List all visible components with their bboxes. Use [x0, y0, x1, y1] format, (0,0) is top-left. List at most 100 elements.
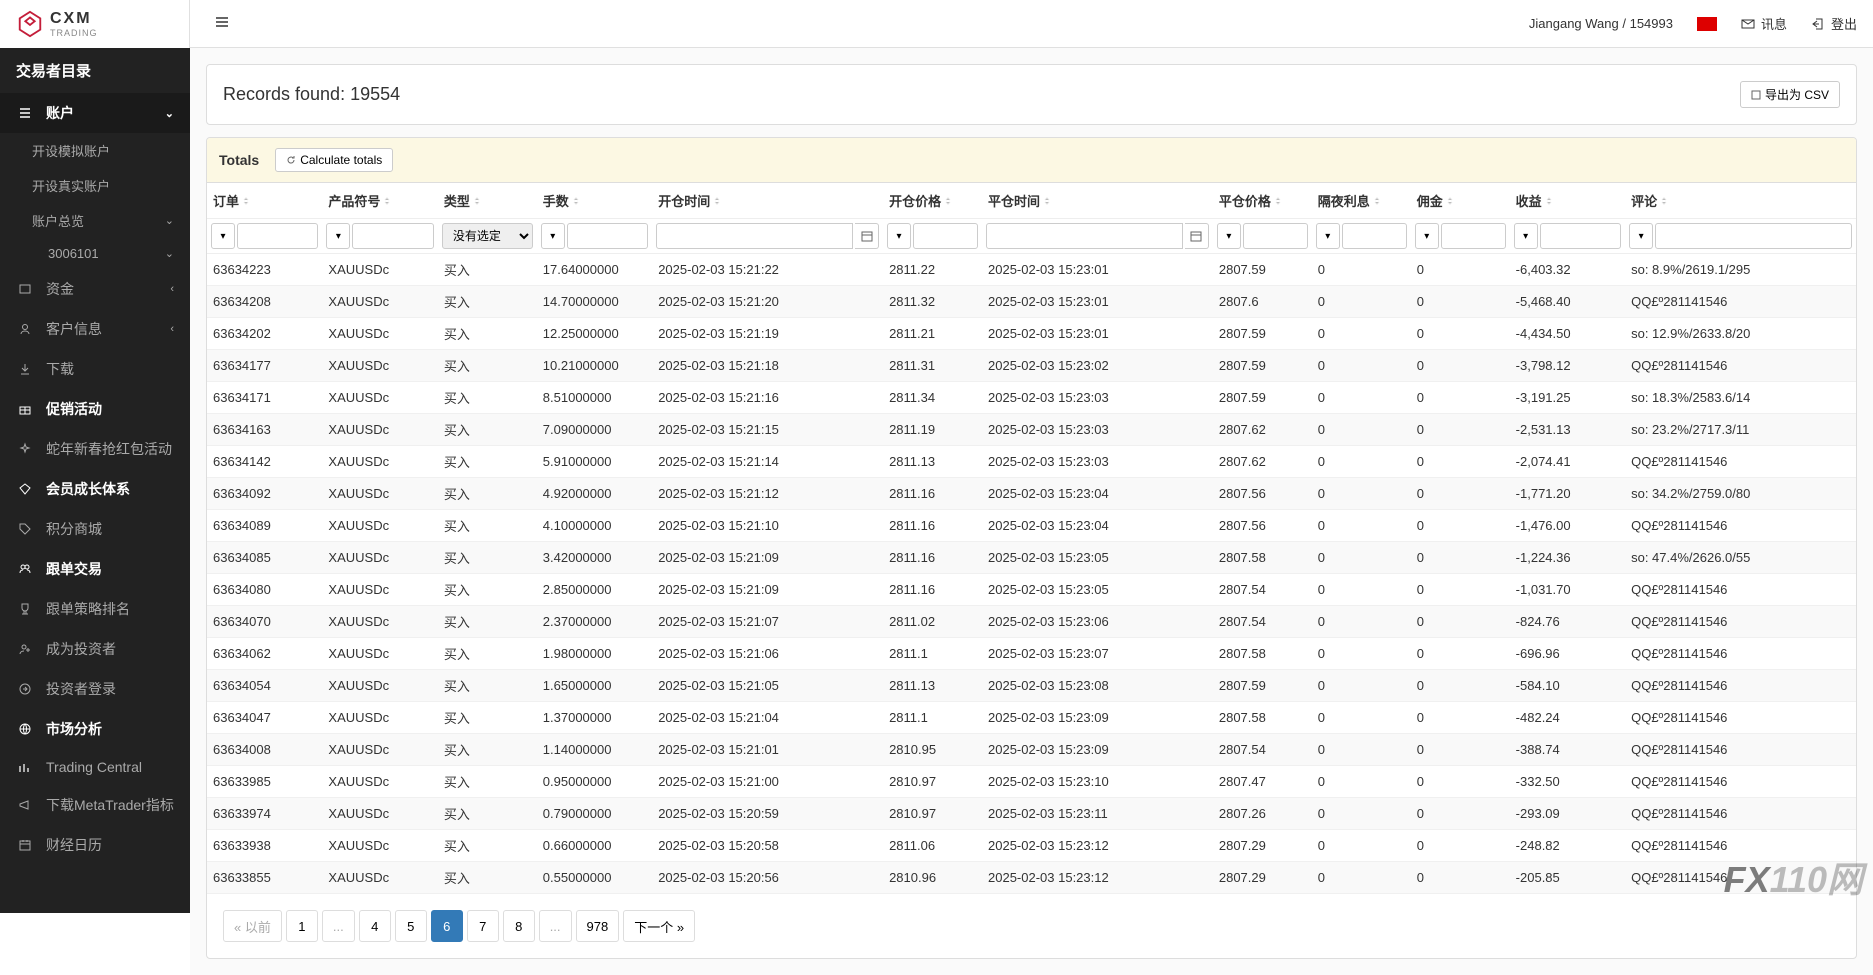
- col-commission[interactable]: 佣金: [1411, 183, 1510, 219]
- table-row[interactable]: 63634142XAUUSDc买入5.910000002025-02-03 15…: [207, 446, 1856, 478]
- filter-op-profit[interactable]: ▾: [1514, 223, 1538, 249]
- sidebar-item-promo[interactable]: 促销活动: [0, 389, 190, 429]
- page-4[interactable]: 4: [359, 910, 391, 942]
- filter-op-lots[interactable]: ▾: [541, 223, 565, 249]
- col-symbol[interactable]: 产品符号: [322, 183, 437, 219]
- filter-profit[interactable]: [1540, 223, 1621, 249]
- col-comment[interactable]: 评论: [1625, 183, 1856, 219]
- sidebar-item-strategy-rank[interactable]: 跟单策略排名: [0, 589, 190, 629]
- table-row[interactable]: 63633855XAUUSDc买入0.550000002025-02-03 15…: [207, 862, 1856, 894]
- table-row[interactable]: 63634085XAUUSDc买入3.420000002025-02-03 15…: [207, 542, 1856, 574]
- table-row[interactable]: 63634047XAUUSDc买入1.370000002025-02-03 15…: [207, 702, 1856, 734]
- logout-link[interactable]: 登出: [1811, 14, 1857, 33]
- sidebar-item-account-id[interactable]: 3006101 ⌄: [32, 238, 190, 269]
- messages-link[interactable]: 讯息: [1741, 14, 1787, 33]
- table-row[interactable]: 63634177XAUUSDc买入10.210000002025-02-03 1…: [207, 350, 1856, 382]
- page-8[interactable]: 8: [503, 910, 535, 942]
- table-row[interactable]: 63634223XAUUSDc买入17.640000002025-02-03 1…: [207, 254, 1856, 286]
- filter-open-time-cal[interactable]: [855, 223, 879, 249]
- page-5[interactable]: 5: [395, 910, 427, 942]
- filter-lots[interactable]: [567, 223, 648, 249]
- table-row[interactable]: 63634008XAUUSDc买入1.140000002025-02-03 15…: [207, 734, 1856, 766]
- filter-open-price[interactable]: [913, 223, 978, 249]
- logo[interactable]: CXM TRADING: [16, 10, 98, 38]
- sidebar-item-become-investor[interactable]: 成为投资者: [0, 629, 190, 669]
- sidebar-item-account-overview[interactable]: 账户总览 ⌄: [16, 203, 190, 238]
- table-row[interactable]: 63633974XAUUSDc买入0.790000002025-02-03 15…: [207, 798, 1856, 830]
- filter-op-comment[interactable]: ▾: [1629, 223, 1653, 249]
- table-row[interactable]: 63634070XAUUSDc买入2.370000002025-02-03 15…: [207, 606, 1856, 638]
- sidebar-item-customer[interactable]: 客户信息 ‹: [0, 309, 190, 349]
- table-row[interactable]: 63634089XAUUSDc买入4.100000002025-02-03 15…: [207, 510, 1856, 542]
- sidebar-item-member[interactable]: 会员成长体系: [0, 469, 190, 509]
- calculate-totals-button[interactable]: Calculate totals: [275, 148, 393, 172]
- sidebar-item-promo-event[interactable]: 蛇年新春抢红包活动: [0, 429, 190, 469]
- flag-china-icon[interactable]: [1697, 17, 1717, 31]
- filter-op-order[interactable]: ▾: [211, 223, 235, 249]
- col-order[interactable]: 订单: [207, 183, 322, 219]
- cell-swap: 0: [1312, 798, 1411, 830]
- sidebar-item-funds[interactable]: 资金 ‹: [0, 269, 190, 309]
- col-type[interactable]: 类型: [438, 183, 537, 219]
- table-row[interactable]: 63634062XAUUSDc买入1.980000002025-02-03 15…: [207, 638, 1856, 670]
- table-row[interactable]: 63634080XAUUSDc买入2.850000002025-02-03 15…: [207, 574, 1856, 606]
- col-profit[interactable]: 收益: [1510, 183, 1625, 219]
- col-open-price[interactable]: 开仓价格: [883, 183, 982, 219]
- page-7[interactable]: 7: [467, 910, 499, 942]
- sidebar-toggle[interactable]: [206, 6, 238, 41]
- page-6[interactable]: 6: [431, 910, 463, 942]
- col-open-time[interactable]: 开仓时间: [652, 183, 883, 219]
- cell-comment: QQ£º281141546: [1625, 510, 1856, 542]
- cell-close_time: 2025-02-03 15:23:03: [982, 414, 1213, 446]
- table-row[interactable]: 63634054XAUUSDc买入1.650000002025-02-03 15…: [207, 670, 1856, 702]
- filter-type[interactable]: 没有选定: [442, 223, 533, 249]
- sidebar-item-trading-central[interactable]: Trading Central: [0, 749, 190, 785]
- sidebar-item-download[interactable]: 下载: [0, 349, 190, 389]
- filter-op-swap[interactable]: ▾: [1316, 223, 1340, 249]
- filter-close-price[interactable]: [1243, 223, 1308, 249]
- megaphone-icon: [18, 798, 32, 812]
- user-info[interactable]: Jiangang Wang / 154993: [1529, 16, 1673, 31]
- filter-close-time-cal[interactable]: [1185, 223, 1209, 249]
- table-row[interactable]: 63633985XAUUSDc买入0.950000002025-02-03 15…: [207, 766, 1856, 798]
- cell-type: 买入: [438, 734, 537, 766]
- col-lots[interactable]: 手数: [537, 183, 652, 219]
- filter-op-symbol[interactable]: ▾: [326, 223, 350, 249]
- col-close-price[interactable]: 平仓价格: [1213, 183, 1312, 219]
- filter-open-time[interactable]: [656, 223, 853, 249]
- sidebar-item-open-demo[interactable]: 开设模拟账户: [16, 133, 190, 168]
- filter-order[interactable]: [237, 223, 318, 249]
- table-row[interactable]: 63634202XAUUSDc买入12.250000002025-02-03 1…: [207, 318, 1856, 350]
- col-swap[interactable]: 隔夜利息: [1312, 183, 1411, 219]
- page-prev[interactable]: « 以前: [223, 910, 282, 942]
- filter-comment[interactable]: [1655, 223, 1852, 249]
- table-row[interactable]: 63634092XAUUSDc买入4.920000002025-02-03 15…: [207, 478, 1856, 510]
- sidebar-item-copy-trade[interactable]: 跟单交易: [0, 549, 190, 589]
- filter-op-commission[interactable]: ▾: [1415, 223, 1439, 249]
- table-row[interactable]: 63634171XAUUSDc买入8.510000002025-02-03 15…: [207, 382, 1856, 414]
- filter-op-close-price[interactable]: ▾: [1217, 223, 1241, 249]
- cell-open_price: 2811.21: [883, 318, 982, 350]
- sidebar-item-market[interactable]: 市场分析: [0, 709, 190, 749]
- sidebar-item-account[interactable]: 账户 ⌄: [0, 93, 190, 133]
- page-next[interactable]: 下一个 »: [623, 910, 695, 942]
- filter-symbol[interactable]: [352, 223, 433, 249]
- table-row[interactable]: 63633938XAUUSDc买入0.660000002025-02-03 15…: [207, 830, 1856, 862]
- sidebar-item-open-real[interactable]: 开设真实账户: [16, 168, 190, 203]
- filter-swap[interactable]: [1342, 223, 1407, 249]
- col-close-time[interactable]: 平仓时间: [982, 183, 1213, 219]
- table-row[interactable]: 63634208XAUUSDc买入14.700000002025-02-03 1…: [207, 286, 1856, 318]
- cell-open_time: 2025-02-03 15:21:10: [652, 510, 883, 542]
- sidebar-item-mt-indicator[interactable]: 下载MetaTrader指标: [0, 785, 190, 825]
- filter-commission[interactable]: [1441, 223, 1506, 249]
- filter-op-open-price[interactable]: ▾: [887, 223, 911, 249]
- sidebar-item-points[interactable]: 积分商城: [0, 509, 190, 549]
- page-1[interactable]: 1: [286, 910, 318, 942]
- table-row[interactable]: 63634163XAUUSDc买入7.090000002025-02-03 15…: [207, 414, 1856, 446]
- cell-comment: so: 12.9%/2633.8/20: [1625, 318, 1856, 350]
- export-csv-button[interactable]: 导出为 CSV: [1740, 81, 1840, 108]
- sidebar-item-calendar[interactable]: 财经日历: [0, 825, 190, 865]
- sidebar-item-investor-login[interactable]: 投资者登录: [0, 669, 190, 709]
- filter-close-time[interactable]: [986, 223, 1183, 249]
- page-last[interactable]: 978: [576, 910, 620, 942]
